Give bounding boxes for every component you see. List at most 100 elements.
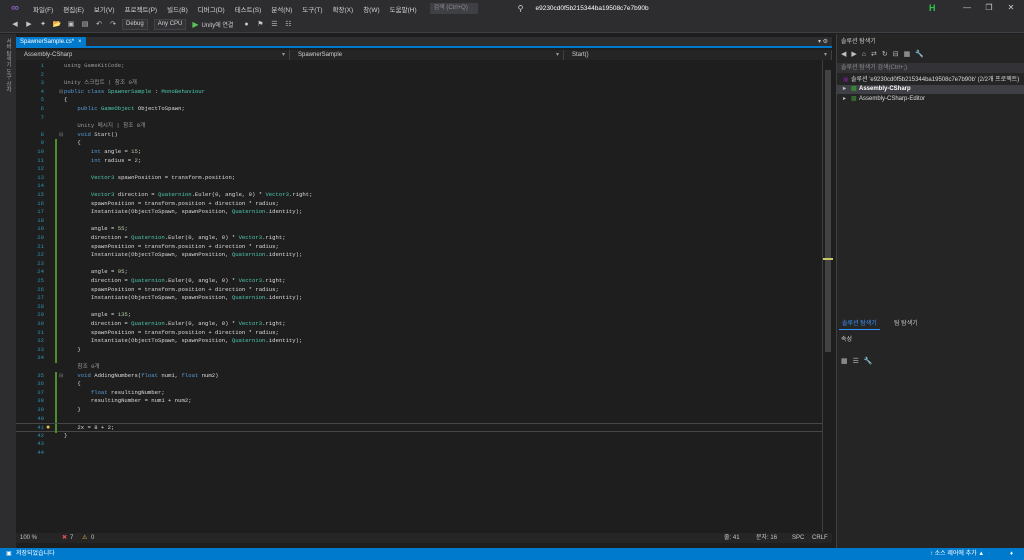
solution-config-select[interactable]: Debug (122, 19, 148, 30)
menu-item[interactable]: 편집(E) (58, 4, 89, 14)
live-share-badge[interactable]: H (929, 3, 936, 13)
code-line[interactable]: 42} (16, 432, 822, 441)
code-line[interactable]: 34 (16, 354, 822, 363)
warning-icon[interactable]: ⚠ (82, 533, 87, 543)
menu-item[interactable]: 빌드(B) (162, 4, 193, 14)
refresh-icon[interactable]: ↻ (882, 50, 888, 58)
play-icon[interactable]: ▶ (192, 20, 198, 29)
code-line[interactable]: 28 (16, 302, 822, 312)
expand-arrow-icon[interactable]: ▸ (843, 85, 851, 94)
save-all-icon[interactable]: ▤ (80, 20, 90, 30)
project-scope-select[interactable]: Assembly-CSharp ▾ (16, 50, 290, 60)
tab-overflow-icon[interactable]: ▾ ⚙ (818, 37, 828, 48)
property-pages-icon[interactable]: 🔧 (864, 357, 873, 365)
code-line[interactable]: 1 using GameKitCode; (16, 62, 822, 71)
tab-spawner-sample[interactable]: SpawnerSample.cs* × (16, 37, 86, 48)
code-line[interactable]: 4 ⊟ public class SpawnerSample : MonoBehav… (16, 88, 822, 97)
collapse-all-icon[interactable]: ⊟ (893, 50, 899, 58)
fold-toggle-icon[interactable]: ⊟ (59, 88, 63, 97)
notification-bell-icon[interactable]: ♦ (1010, 548, 1013, 560)
close-window-button[interactable]: ✕ (1004, 2, 1018, 14)
codelens-text[interactable]: 참조 0개 (64, 363, 99, 370)
code-line[interactable]: 16 spawnPosition = transform.position + … (16, 199, 822, 209)
error-count[interactable]: 7 (70, 533, 73, 543)
zoom-level[interactable]: 100 % (20, 533, 37, 543)
code-line[interactable]: 33 } (16, 345, 822, 355)
code-line[interactable]: 31 spawnPosition = transform.position + … (16, 328, 822, 338)
attach-unity-button[interactable]: Unity에 연결 (202, 20, 234, 29)
sync-icon[interactable]: ⇄ (871, 50, 877, 58)
code-line[interactable]: 22 Instantiate(ObjectToSpawn, spawnPosit… (16, 251, 822, 260)
breakpoint-icon[interactable]: ● (241, 20, 251, 30)
comment-icon[interactable]: ☰ (269, 20, 279, 30)
search-icon[interactable]: ⚲ (518, 4, 524, 13)
code-line[interactable]: 9 { (16, 139, 822, 148)
code-editor[interactable]: 1 using GameKitCode; 2 3 Unity 스크립트 | 참조 0개 4… (16, 60, 822, 532)
class-scope-select[interactable]: SpawnerSample ▾ (290, 50, 564, 60)
undo-icon[interactable]: ↶ (94, 20, 104, 30)
solution-search-input[interactable]: 솔루션 탐색기 검색(Ctrl+;) (837, 63, 1024, 73)
code-line[interactable]: 27 Instantiate(ObjectToSpawn, spawnPosit… (16, 294, 822, 303)
code-line[interactable]: 2 (16, 71, 822, 80)
code-line[interactable]: 20 direction = Quaternion.Euler(0, angle… (16, 234, 822, 243)
menu-item[interactable]: 분석(N) (266, 4, 297, 14)
scrollbar-thumb[interactable] (825, 70, 831, 352)
code-line[interactable]: 37 float resultingNumber; (16, 388, 822, 398)
code-line[interactable]: 24 angle = 95; (16, 268, 822, 277)
code-line[interactable]: 8 ⊟ void Start() (16, 131, 822, 140)
code-line[interactable]: 7 (16, 114, 822, 123)
show-all-files-icon[interactable]: ▦ (904, 50, 911, 58)
add-to-source-control-button[interactable]: ↑ 소스 제어에 추가 ▲ (930, 548, 984, 560)
code-line[interactable]: 43 (16, 440, 822, 449)
warning-count[interactable]: 0 (91, 533, 94, 543)
fold-toggle-icon[interactable]: ⊟ (59, 372, 63, 381)
code-line[interactable]: 36 { (16, 380, 822, 389)
code-line[interactable]: 21 spawnPosition = transform.position + … (16, 242, 822, 252)
tab-solution-explorer[interactable]: 솔루션 탐색기 (839, 319, 880, 330)
menu-item[interactable]: 파일(F) (28, 4, 58, 14)
menu-item[interactable]: 보기(V) (89, 4, 120, 14)
menu-item[interactable]: 도움말(H) (385, 4, 422, 14)
error-icon[interactable]: ✖ (62, 533, 67, 543)
code-line[interactable]: 35 ⊟ void AddingNumbers(float num1, float… (16, 371, 822, 381)
project-node-assembly-csharp-editor[interactable]: ▸ ▩ Assembly-CSharp-Editor (843, 95, 925, 104)
code-line[interactable]: Unity 메시지 | 참조 0개 (16, 122, 822, 131)
expand-arrow-icon[interactable]: ▸ (843, 95, 851, 104)
code-line[interactable]: 11 int radius = 2; (16, 156, 822, 166)
code-line[interactable]: 41 ● 2x = 8 + 2; (16, 423, 822, 433)
properties-icon[interactable]: 🔧 (915, 50, 924, 58)
code-line[interactable]: 29 angle = 135; (16, 311, 822, 320)
code-line[interactable]: 참조 0개 (16, 363, 822, 372)
code-line[interactable]: 25 direction = Quaternion.Euler(0, angle… (16, 277, 822, 286)
minimize-button[interactable]: — (960, 2, 974, 14)
solution-node[interactable]: ▣ 솔루션 'e9230cd0f5b215344ba19508c7e7b90b' … (843, 76, 1019, 85)
code-line[interactable]: 6 public GameObject ObjectToSpawn; (16, 105, 822, 114)
code-line[interactable]: 5{ (16, 96, 822, 105)
menu-item[interactable]: 창(W) (358, 4, 384, 14)
code-line[interactable]: 26 spawnPosition = transform.position + … (16, 285, 822, 295)
codelens-text[interactable]: Unity 스크립트 | 참조 0개 (64, 79, 137, 86)
code-line[interactable]: 10 int angle = 15; (16, 148, 822, 157)
home-icon[interactable]: ⌂ (862, 51, 866, 58)
server-explorer-tab[interactable]: 서버 탐색기 도구 상자 (4, 38, 12, 92)
code-line[interactable]: 44 (16, 449, 822, 458)
maximize-button[interactable]: ❐ (982, 2, 996, 14)
code-line[interactable]: 15 Vector3 direction = Quaternion.Euler(… (16, 191, 822, 200)
editor-vertical-scrollbar[interactable] (822, 60, 833, 532)
menu-item[interactable]: 도구(T) (297, 4, 327, 14)
code-line[interactable]: 13 Vector3 spawnPosition = transform.pos… (16, 173, 822, 183)
solution-platform-select[interactable]: Any CPU (153, 19, 187, 30)
code-line[interactable]: 39 } (16, 406, 822, 415)
member-scope-select[interactable]: Start() ▾ (564, 50, 832, 60)
code-line[interactable]: 38 resultingNumber = num1 + num2; (16, 397, 822, 406)
codelens-text[interactable]: using GameKitCode; (64, 62, 124, 69)
code-line[interactable]: 19 angle = 55; (16, 225, 822, 234)
navigate-back-icon[interactable]: ◀ (10, 20, 20, 30)
project-node-assembly-csharp[interactable]: ▸ ▩ Assembly-CSharp (843, 85, 911, 94)
codelens-text[interactable]: Unity 메시지 | 참조 0개 (64, 122, 145, 129)
bookmark-icon[interactable]: ⚑ (255, 20, 265, 30)
fold-toggle-icon[interactable]: ⊟ (59, 131, 63, 140)
code-line[interactable]: 32 Instantiate(ObjectToSpawn, spawnPosit… (16, 337, 822, 346)
code-line[interactable]: 40 (16, 414, 822, 424)
save-icon[interactable]: ▣ (66, 20, 76, 30)
